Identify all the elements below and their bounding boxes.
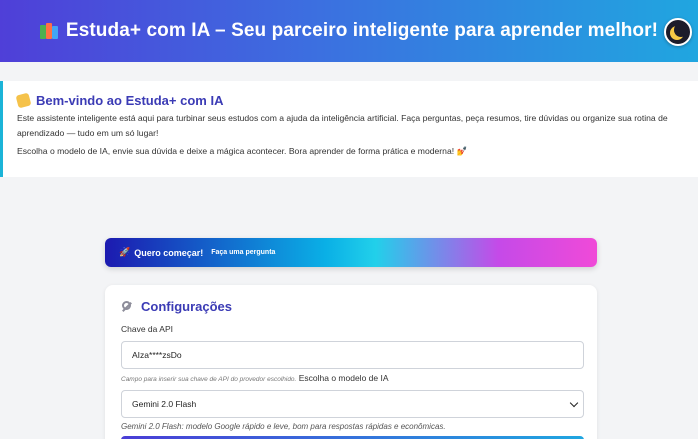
page-title: Estuda+ com IA – Seu parceiro inteligent… xyxy=(65,20,659,41)
settings-title: Configurações xyxy=(141,299,233,314)
api-key-label: Chave da API xyxy=(121,324,173,334)
api-key-hint: Campo para inserir sua chave de API do p… xyxy=(121,376,297,383)
model-select-value: Gemini 2.0 Flash xyxy=(132,399,197,409)
start-button[interactable]: 🚀 Quero começar! Faça uma pergunta xyxy=(105,238,597,267)
welcome-panel: Bem-vindo ao Estuda+ com IA Este assiste… xyxy=(0,81,698,177)
app-header: Estuda+ com IA – Seu parceiro inteligent… xyxy=(0,0,698,62)
moon-icon xyxy=(674,23,688,37)
welcome-description: Este assistente inteligente está aqui pa… xyxy=(17,113,668,138)
settings-card: Configurações Chave da API Campo para in… xyxy=(105,285,597,439)
wrench-icon xyxy=(121,300,133,313)
chevron-down-icon xyxy=(569,398,579,407)
api-key-input[interactable] xyxy=(121,341,584,369)
model-description: Gemini 2.0 Flash: modelo Google rápido e… xyxy=(121,422,446,431)
books-icon xyxy=(39,23,58,39)
waving-hand-icon xyxy=(15,92,32,109)
model-select-label: Escolha o modelo de IA xyxy=(298,373,389,383)
start-button-sublabel: Faça uma pergunta xyxy=(211,249,276,256)
welcome-title: Bem-vindo ao Estuda+ com IA xyxy=(36,93,224,108)
rocket-icon: 🚀 xyxy=(119,247,131,257)
theme-toggle-button[interactable] xyxy=(664,18,692,46)
welcome-instructions: Escolha o modelo de IA, envie sua dúvida… xyxy=(17,146,468,156)
start-button-label: Quero começar! xyxy=(134,247,204,258)
model-select[interactable]: Gemini 2.0 Flash xyxy=(121,390,584,418)
